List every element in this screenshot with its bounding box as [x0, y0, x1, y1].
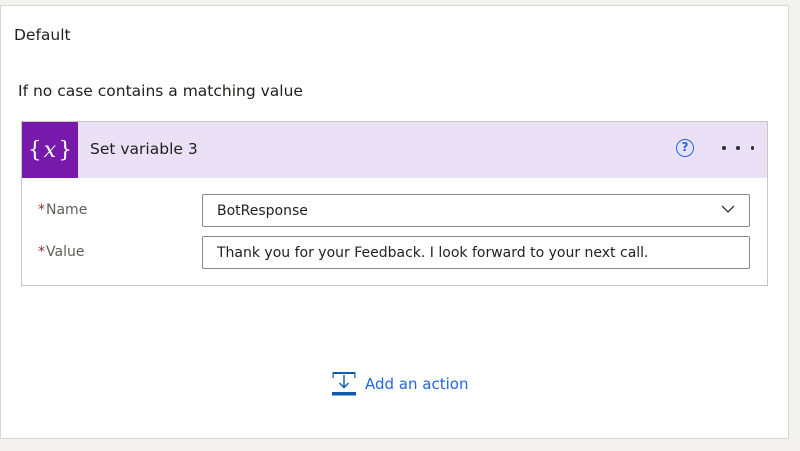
- card-title: Set variable 3: [90, 140, 198, 158]
- value-input[interactable]: Thank you for your Feedback. I look forw…: [202, 236, 750, 269]
- add-action-icon: [332, 372, 356, 396]
- value-input-text: Thank you for your Feedback. I look forw…: [217, 245, 649, 261]
- add-action-button[interactable]: Add an action: [331, 371, 468, 397]
- name-label-text: Name: [46, 202, 88, 218]
- required-marker: *: [38, 244, 45, 260]
- name-dropdown-value: BotResponse: [217, 203, 308, 219]
- panel-description: If no case contains a matching value: [18, 82, 303, 100]
- value-field-label: *Value: [38, 244, 84, 260]
- more-options-icon[interactable]: [722, 138, 754, 158]
- add-action-label: Add an action: [365, 375, 469, 393]
- value-label-text: Value: [46, 244, 85, 260]
- name-field-label: *Name: [38, 202, 87, 218]
- help-icon[interactable]: ?: [676, 139, 694, 157]
- chevron-down-icon: [721, 205, 735, 213]
- set-variable-card: {x} Set variable 3 ? *Name BotResponse *…: [21, 121, 768, 286]
- panel-title: Default: [14, 26, 71, 44]
- variable-icon: {x}: [22, 122, 78, 178]
- required-marker: *: [38, 202, 45, 218]
- name-dropdown[interactable]: BotResponse: [202, 194, 750, 227]
- card-header[interactable]: {x} Set variable 3 ?: [22, 122, 767, 178]
